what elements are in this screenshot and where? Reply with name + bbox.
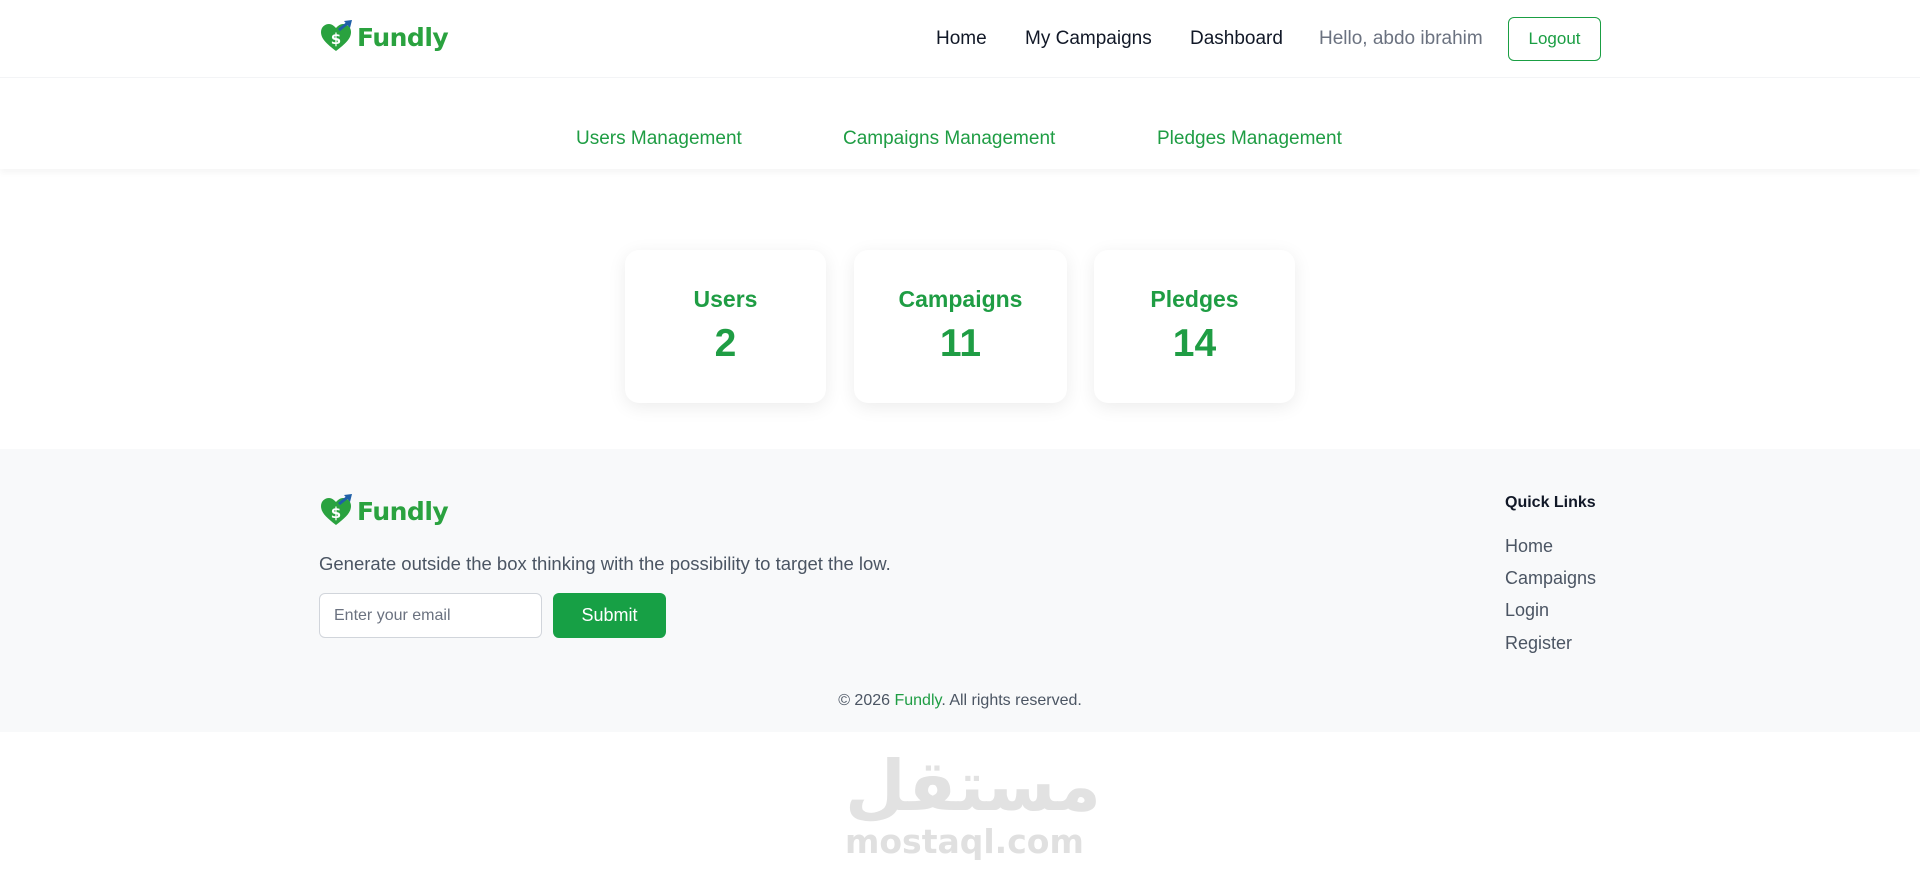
stat-value: 2 <box>714 322 737 365</box>
quick-link-campaigns[interactable]: Campaigns <box>1505 568 1596 589</box>
site-footer: $ Fundly Generate outside the box thinki… <box>0 449 1920 732</box>
quick-link-login[interactable]: Login <box>1505 600 1549 621</box>
brand-name: Fundly <box>357 22 449 52</box>
logout-button[interactable]: Logout <box>1508 17 1601 61</box>
stat-card-users: Users 2 <box>625 250 826 403</box>
stat-label: Campaigns <box>898 286 1023 312</box>
stat-card-campaigns: Campaigns 11 <box>854 250 1067 403</box>
nav-my-campaigns[interactable]: My Campaigns <box>1025 28 1152 50</box>
copyright: © 2026 Fundly. All rights reserved. <box>0 692 1920 710</box>
watermark-arabic: مستقل <box>845 745 1102 827</box>
nav-dashboard[interactable]: Dashboard <box>1190 28 1283 50</box>
footer-tagline: Generate outside the box thinking with t… <box>319 553 891 574</box>
watermark-latin: mostaql.com <box>845 822 1084 861</box>
copyright-suffix: . All rights reserved. <box>941 692 1082 709</box>
brand-name: Fundly <box>357 496 449 526</box>
management-tabs: Users Management Campaigns Management Pl… <box>0 78 1920 169</box>
heart-dollar-arrow-icon: $ <box>319 494 355 528</box>
svg-text:$: $ <box>331 504 341 522</box>
stat-label: Pledges <box>1150 286 1239 312</box>
svg-text:$: $ <box>331 30 341 48</box>
heart-dollar-arrow-icon: $ <box>319 20 355 54</box>
tab-campaigns-management[interactable]: Campaigns Management <box>843 128 1055 150</box>
newsletter-submit-button[interactable]: Submit <box>553 593 666 638</box>
quick-link-register[interactable]: Register <box>1505 633 1572 654</box>
top-navbar: $ Fundly Home My Campaigns Dashboard Hel… <box>0 0 1920 78</box>
stat-value: 14 <box>1172 322 1217 365</box>
stat-card-pledges: Pledges 14 <box>1094 250 1295 403</box>
user-greeting: Hello, abdo ibrahim <box>1319 28 1483 49</box>
quick-links-title: Quick Links <box>1505 494 1596 511</box>
stat-label: Users <box>693 286 758 312</box>
nav-home[interactable]: Home <box>936 28 987 50</box>
tab-users-management[interactable]: Users Management <box>576 128 742 150</box>
brand-logo[interactable]: $ Fundly <box>319 20 449 54</box>
footer-brand-logo[interactable]: $ Fundly <box>319 494 449 528</box>
tab-pledges-management[interactable]: Pledges Management <box>1157 128 1342 150</box>
copyright-prefix: © 2026 <box>838 692 895 709</box>
stat-value: 11 <box>939 322 982 365</box>
newsletter-email-input[interactable] <box>319 593 542 638</box>
quick-link-home[interactable]: Home <box>1505 536 1553 557</box>
watermark: مستقل mostaql.com <box>845 745 1102 863</box>
copyright-brand-link[interactable]: Fundly <box>894 692 941 709</box>
